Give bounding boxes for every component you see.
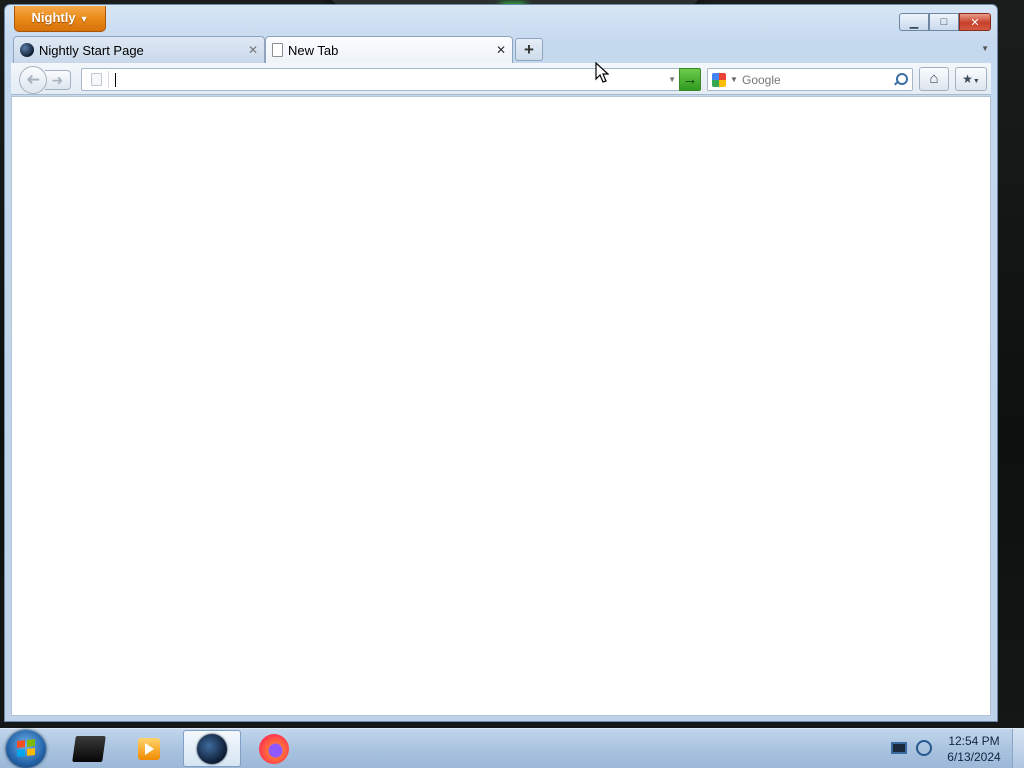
maximize-button[interactable]: □ xyxy=(929,13,959,31)
start-button[interactable] xyxy=(6,730,46,768)
text-cursor xyxy=(115,73,116,87)
taskbar: 12:54 PM 6/13/2024 xyxy=(0,728,1024,768)
list-all-tabs-icon[interactable]: ▼ xyxy=(981,44,989,53)
windows-logo-icon xyxy=(17,739,35,758)
new-tab-button[interactable]: + xyxy=(515,38,543,61)
tab-nightly-start-page[interactable]: Nightly Start Page ✕ xyxy=(13,36,265,63)
tab-strip: Nightly Start Page ✕ New Tab ✕ + ▼ xyxy=(11,36,991,63)
firefox-icon xyxy=(259,733,289,764)
browser-window: Nightly ▼ ▁ □ ✕ Nightly Start Page ✕ New … xyxy=(4,4,998,722)
navigation-toolbar: ➜ ➜ ▼ → ▼ ⌂ ★▼ xyxy=(11,63,991,95)
chevron-down-icon: ▼ xyxy=(79,14,89,24)
back-button[interactable]: ➜ xyxy=(19,66,47,94)
taskbar-item-nightly[interactable] xyxy=(183,730,241,767)
tab-label: New Tab xyxy=(288,42,339,58)
chevron-down-icon: ▼ xyxy=(972,78,980,85)
tab-new-tab[interactable]: New Tab ✕ xyxy=(265,36,513,63)
tab-label: Nightly Start Page xyxy=(39,42,144,58)
taskbar-item-firefox[interactable] xyxy=(245,730,303,767)
go-arrow-icon: → xyxy=(682,71,698,88)
site-identity-button[interactable] xyxy=(85,71,109,88)
plus-icon: + xyxy=(524,40,534,59)
nightly-globe-icon xyxy=(20,43,34,57)
taskbar-item-terminal[interactable] xyxy=(60,730,118,767)
back-arrow-icon: ➜ xyxy=(25,70,41,89)
search-input[interactable] xyxy=(742,71,886,89)
close-icon: ✕ xyxy=(970,16,980,29)
tab-close-icon[interactable]: ✕ xyxy=(496,43,506,57)
bookmarks-button[interactable]: ★▼ xyxy=(955,67,987,91)
nightly-menu-button[interactable]: Nightly ▼ xyxy=(14,6,106,32)
search-bar[interactable]: ▼ xyxy=(707,68,913,91)
back-forward-group: ➜ ➜ xyxy=(19,66,71,94)
tab-close-icon[interactable]: ✕ xyxy=(248,43,258,57)
chevron-down-icon: ▼ xyxy=(730,75,738,84)
forward-button[interactable]: ➜ xyxy=(45,70,71,90)
url-history-dropdown-icon[interactable]: ▼ xyxy=(668,72,676,88)
close-button[interactable]: ✕ xyxy=(959,13,991,31)
clock-time: 12:54 PM xyxy=(948,734,1000,748)
taskbar-item-media-player[interactable] xyxy=(120,730,178,767)
google-icon xyxy=(712,73,726,87)
network-icon[interactable] xyxy=(916,740,932,756)
search-icon[interactable] xyxy=(892,72,908,88)
system-tray xyxy=(886,739,938,759)
blank-page-icon xyxy=(91,73,102,86)
page-content-area[interactable] xyxy=(11,96,991,716)
home-icon: ⌂ xyxy=(929,70,939,87)
clock-date: 6/13/2024 xyxy=(947,750,1001,764)
terminal-icon xyxy=(72,735,106,762)
blank-page-icon xyxy=(272,43,283,57)
minimize-button[interactable]: ▁ xyxy=(899,13,929,31)
show-desktop-button[interactable] xyxy=(1012,729,1024,768)
window-controls: ▁ □ ✕ xyxy=(899,13,991,31)
forward-arrow-icon: ➜ xyxy=(51,72,64,88)
maximize-icon: □ xyxy=(940,16,948,28)
search-engine-button[interactable]: ▼ xyxy=(711,72,739,88)
go-button[interactable]: → xyxy=(679,68,701,91)
media-player-icon xyxy=(138,737,160,760)
action-center-icon[interactable] xyxy=(891,742,907,754)
minimize-icon: ▁ xyxy=(909,16,919,29)
url-input[interactable] xyxy=(114,71,654,89)
home-button[interactable]: ⌂ xyxy=(919,67,949,91)
app-button-label: Nightly xyxy=(31,10,76,25)
nightly-icon xyxy=(197,733,227,764)
mouse-cursor-icon xyxy=(595,62,609,83)
system-clock[interactable]: 12:54 PM 6/13/2024 xyxy=(940,733,1008,765)
bookmarks-icon: ★ xyxy=(962,72,973,86)
